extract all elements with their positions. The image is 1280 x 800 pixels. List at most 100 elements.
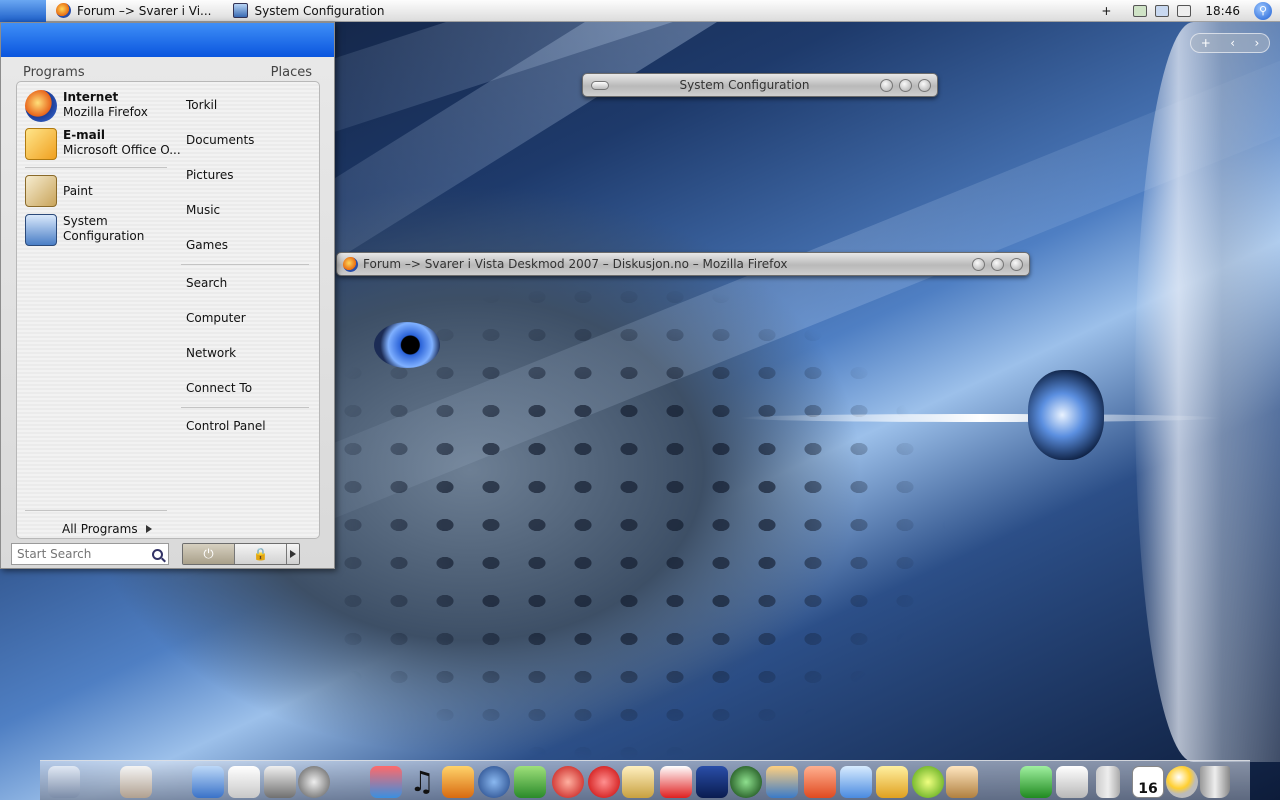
place-control-panel[interactable]: Control Panel [186,419,266,433]
taskbar-item-system-configuration[interactable]: System Configuration [223,0,396,22]
apple-logo-icon [1028,370,1104,460]
dock-speaker-icon[interactable] [298,766,330,798]
place-connect-to[interactable]: Connect To [186,381,252,395]
pinned-item-email[interactable]: E-mail Microsoft Office O... [25,128,181,160]
dock-icons: ♫ 16 [40,762,1250,800]
dock-battery-icon[interactable] [1096,766,1120,798]
dock-paint-icon[interactable] [946,766,978,798]
menu-bar: Forum –> Svarer i Vi... System Configura… [0,0,1280,22]
recent-item-label: Paint [63,183,93,198]
place-search[interactable]: Search [186,276,227,290]
dock-compass-icon[interactable] [766,766,798,798]
tab-places[interactable]: Places [271,65,312,80]
leopard-eye [374,322,440,368]
all-programs-button[interactable]: All Programs [62,522,152,536]
search-icon[interactable] [152,548,163,560]
taskbar-item-label: System Configuration [254,3,385,18]
dock-ball-icon[interactable] [912,766,944,798]
dock-music-icon[interactable]: ♫ [406,766,438,798]
dock-finder-icon[interactable] [192,766,224,798]
dock-tool-icon[interactable] [48,766,80,798]
taskbar-item-firefox[interactable]: Forum –> Svarer i Vi... [46,0,223,22]
system-configuration-window[interactable]: System Configuration [582,73,938,97]
window-title: Forum –> Svarer i Vista Deskmod 2007 – D… [363,257,788,271]
dock-mario-icon[interactable] [660,766,692,798]
tray-network-icon[interactable] [1155,4,1170,17]
dock-radar-icon[interactable] [730,766,762,798]
pinned-item-subtitle: Microsoft Office O... [63,143,181,157]
recent-item-label: System Configuration [63,214,145,243]
widget-add-button[interactable]: + [1201,36,1211,50]
apple-menu-button[interactable] [0,0,46,22]
widget-next-button[interactable]: › [1254,36,1259,50]
dock-croc-icon[interactable] [1020,766,1052,798]
dock-home-icon[interactable] [120,766,152,798]
start-menu-header [1,23,334,57]
widget-bar: + ‹ › [1190,33,1270,53]
dock-fire-icon[interactable] [552,766,584,798]
dock-office-icon[interactable] [876,766,908,798]
clock[interactable]: 18:46 [1205,4,1240,18]
start-search-box[interactable] [11,543,169,565]
place-pictures[interactable]: Pictures [186,168,234,182]
place-documents[interactable]: Documents [186,133,254,147]
widget-prev-button[interactable]: ‹ [1230,36,1235,50]
paint-icon [25,175,57,207]
close-button[interactable] [918,78,931,92]
divider [25,510,167,511]
start-search-input[interactable] [17,547,137,561]
all-programs-label: All Programs [62,522,138,536]
system-tray: + 18:46 ⚲ [1101,1,1280,20]
close-button[interactable] [1010,257,1023,271]
window-title: System Configuration [679,78,810,92]
tab-programs[interactable]: Programs [23,65,85,80]
spotlight-search-icon[interactable]: ⚲ [1254,1,1272,20]
dock-network-icon[interactable] [478,766,510,798]
dock-word-icon[interactable] [840,766,872,798]
arrow-right-icon [145,525,152,533]
place-games[interactable]: Games [186,238,228,252]
dock-trash-icon[interactable] [1200,766,1230,798]
dock-pga-icon[interactable] [696,766,728,798]
dock-textedit-icon[interactable] [228,766,260,798]
dock-power-icon[interactable] [588,766,620,798]
taskbar-item-label: Forum –> Svarer i Vi... [77,3,212,18]
place-network[interactable]: Network [186,346,236,360]
place-computer[interactable]: Computer [186,311,246,325]
divider [181,264,309,265]
dock-mac-icon[interactable] [1056,766,1088,798]
minimize-button[interactable] [880,78,893,92]
power-button[interactable]: ⏻ [183,544,235,564]
divider [25,167,167,168]
dock-green-icon[interactable] [514,766,546,798]
pinned-item-internet[interactable]: Internet Mozilla Firefox [25,90,148,122]
lens-flare [740,414,1220,422]
maximize-button[interactable] [991,257,1004,271]
recent-item-system-configuration[interactable]: System Configuration [25,214,145,246]
dock-preview-icon[interactable] [264,766,296,798]
dock-dashboard-icon[interactable] [370,766,402,798]
tray-volume-icon[interactable] [1177,4,1192,17]
dock-weather-icon[interactable] [1166,766,1198,798]
glass-panel [1135,22,1280,762]
lock-button[interactable]: 🔒 [235,544,287,564]
place-music[interactable]: Music [186,203,220,217]
outlook-icon [25,128,57,160]
recent-item-paint[interactable]: Paint [25,175,93,207]
place-torkil[interactable]: Torkil [186,98,217,112]
start-menu-tabs: Programs Places [1,57,334,80]
start-menu: Programs Places Internet Mozilla Firefox … [0,22,335,569]
firefox-icon [343,256,358,272]
maximize-button[interactable] [899,78,912,92]
window-toolbar-toggle[interactable] [591,80,609,90]
dock-house-icon[interactable] [622,766,654,798]
firefox-window[interactable]: Forum –> Svarer i Vista Deskmod 2007 – D… [336,252,1030,276]
tray-add-button[interactable]: + [1101,4,1111,18]
dock-safari-icon[interactable] [442,766,474,798]
dock-p-icon[interactable] [804,766,836,798]
dock-calendar-icon[interactable]: 16 [1132,766,1164,798]
minimize-button[interactable] [972,257,985,271]
tray-keyboard-icon[interactable] [1133,4,1148,17]
power-options-button[interactable] [287,544,299,564]
start-menu-body: Internet Mozilla Firefox E-mail Microsoft … [16,81,320,539]
